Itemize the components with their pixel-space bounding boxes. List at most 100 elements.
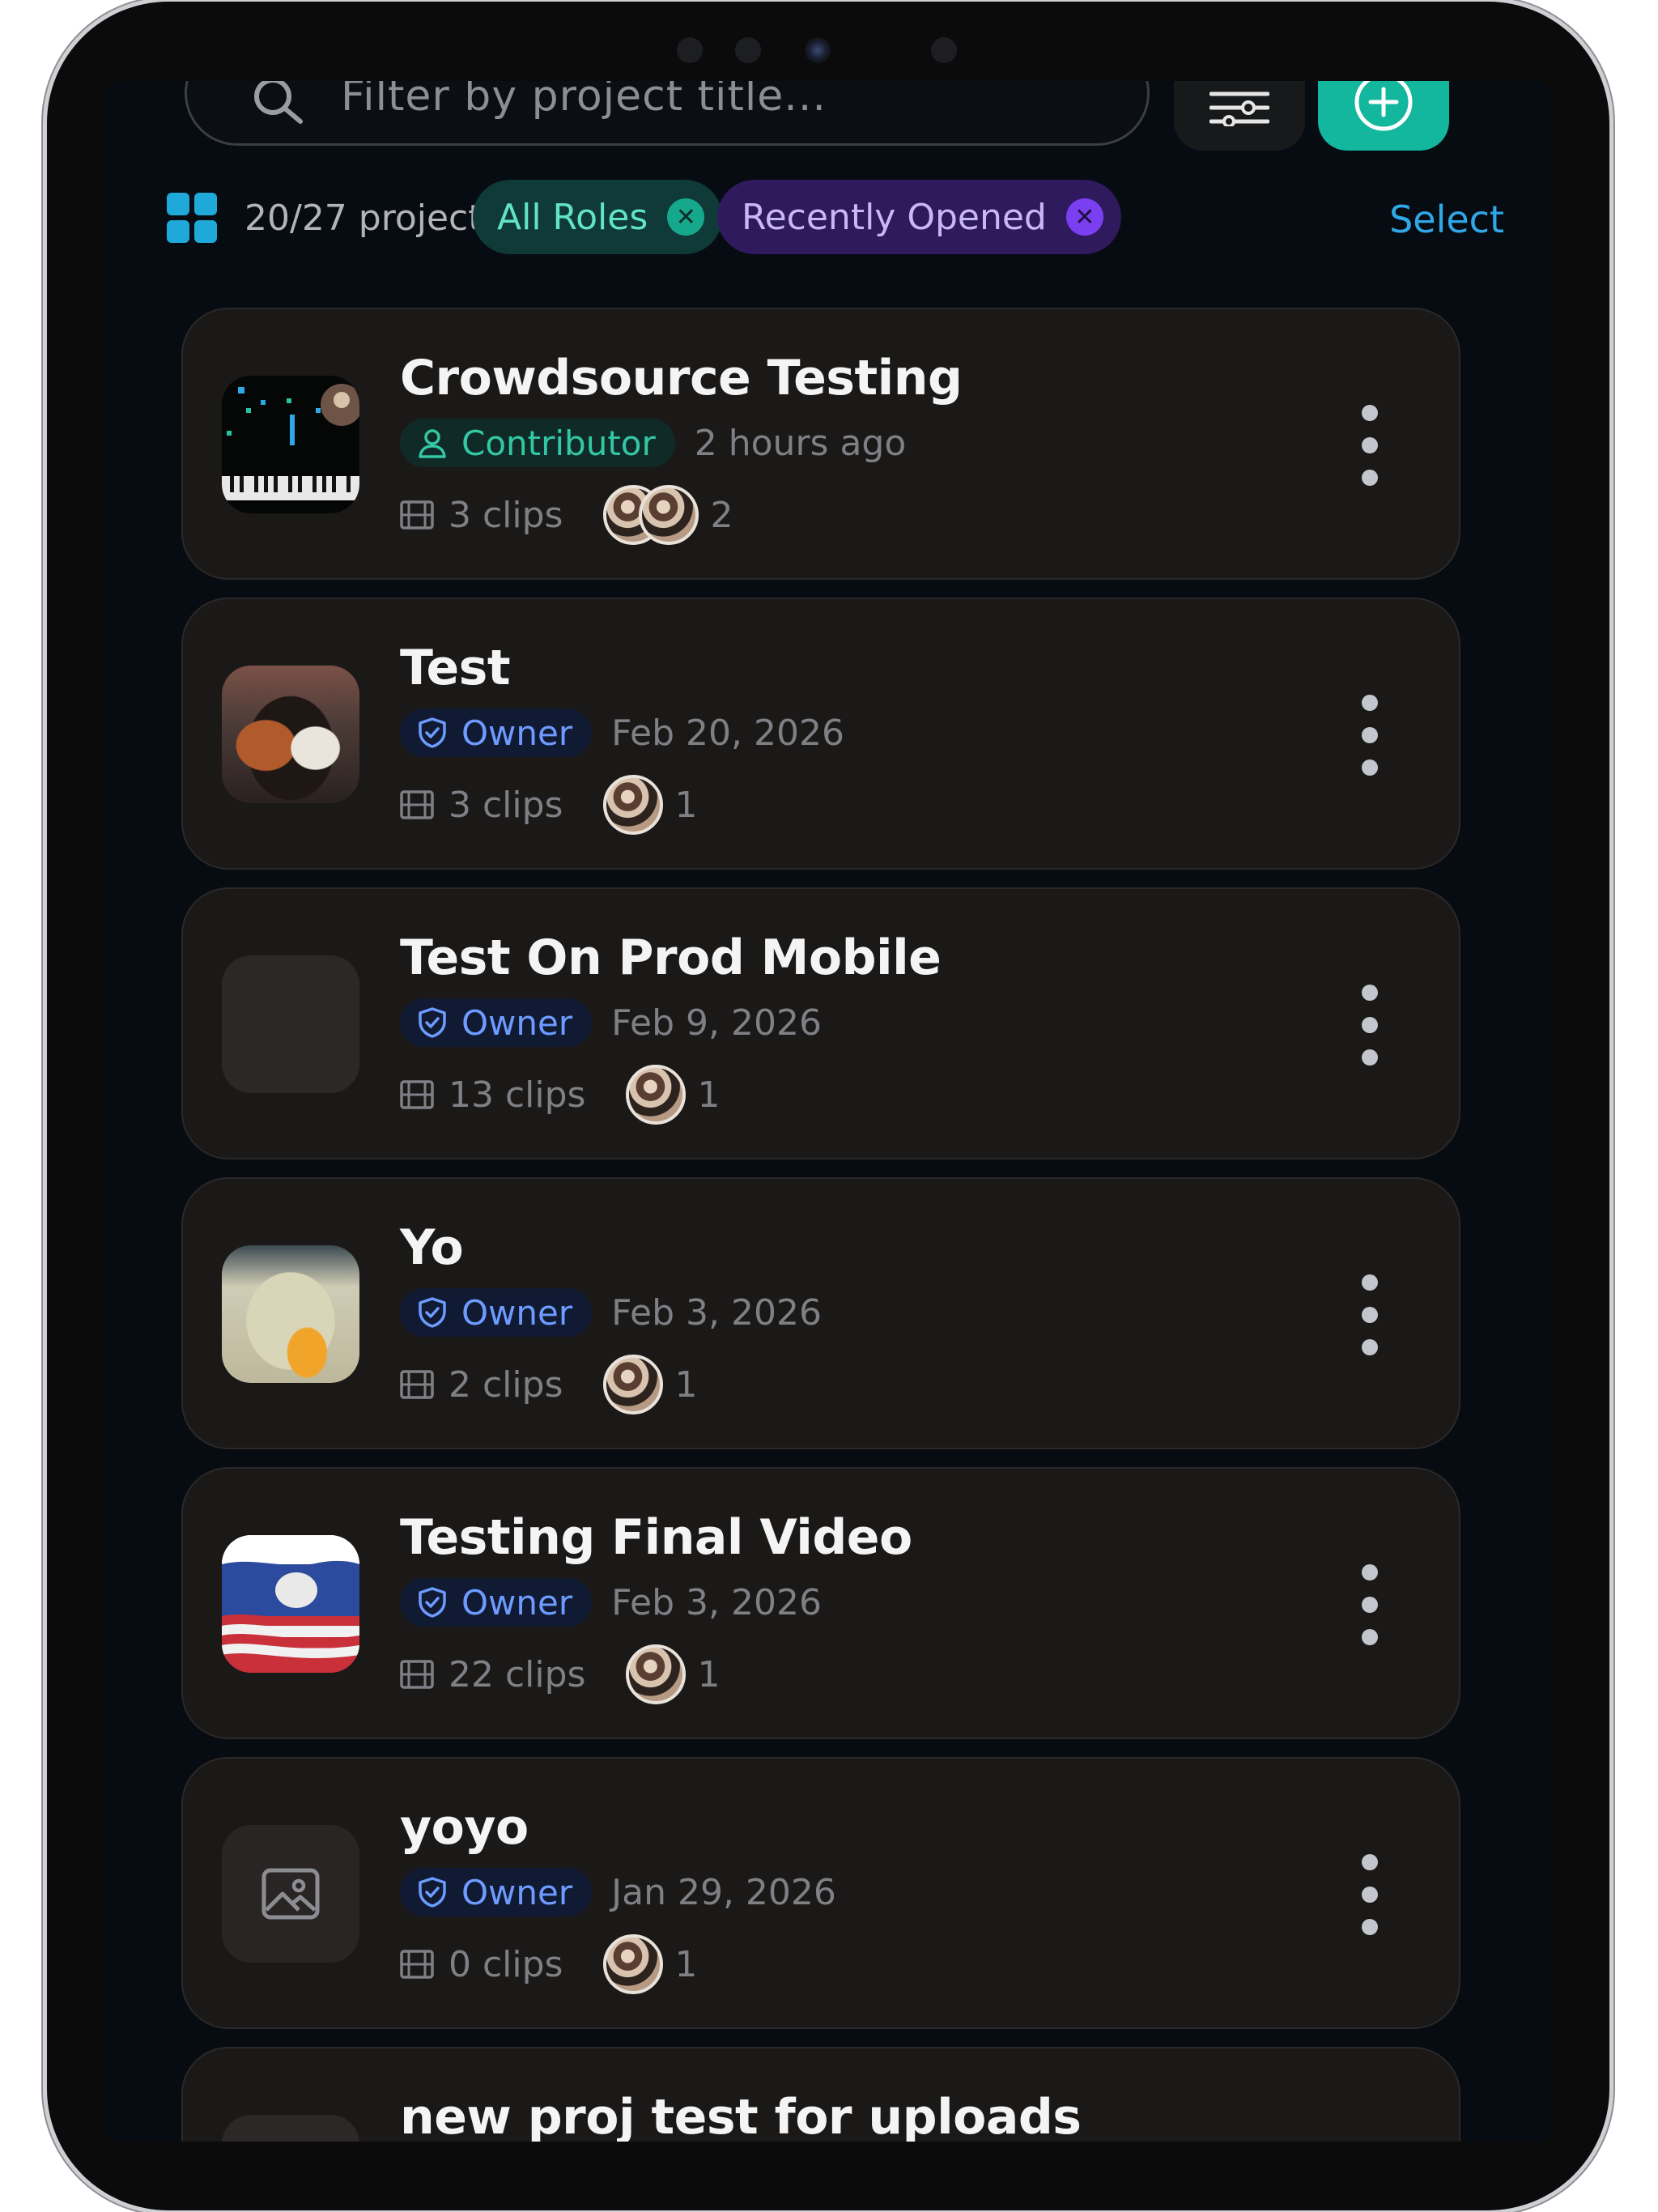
film-icon (400, 1080, 434, 1109)
clip-count-label: 13 clips (449, 1074, 586, 1116)
project-card[interactable]: Testing Final Video Owner Feb 3, 2026 22… (181, 1467, 1460, 1739)
collaborator-count: 1 (674, 784, 698, 826)
collaborator-count: 1 (674, 1363, 698, 1406)
project-meta: Owner Feb 9, 2026 (400, 998, 822, 1048)
role-badge: Owner (400, 1578, 593, 1627)
project-title: yoyo (400, 1799, 529, 1856)
project-thumbnail (222, 1245, 359, 1383)
clip-count: 3 clips (400, 495, 563, 536)
collaborator-avatars: 1 (626, 1644, 720, 1704)
project-card[interactable]: Crowdsource Testing Contributor 2 hours … (181, 308, 1460, 580)
search-placeholder: Filter by project title... (341, 81, 827, 121)
project-date: Feb 20, 2026 (611, 712, 844, 754)
sensor-dot (677, 37, 703, 63)
collaborator-avatars: 1 (603, 1355, 697, 1414)
shield-check-icon (419, 717, 446, 748)
clip-count-label: 3 clips (449, 784, 563, 826)
role-badge: Owner (400, 1868, 593, 1916)
role-badge: Owner (400, 708, 593, 757)
role-label: Owner (461, 1002, 573, 1043)
grid-view-icon[interactable] (167, 193, 217, 243)
clip-count-label: 2 clips (449, 1363, 563, 1406)
film-icon (400, 1950, 434, 1979)
chip-label: Recently Opened (742, 196, 1047, 238)
project-thumbnail (222, 1535, 359, 1673)
avatar (639, 485, 699, 545)
project-title: Test (400, 640, 511, 696)
filter-settings-button[interactable] (1174, 81, 1305, 151)
film-icon (400, 1370, 434, 1399)
clip-count-label: 0 clips (449, 1943, 563, 1985)
role-label: Owner (461, 1292, 573, 1333)
sensor-dot (931, 37, 957, 63)
shield-check-icon (419, 1877, 446, 1908)
search-input[interactable]: Filter by project title... (185, 81, 1150, 146)
close-icon[interactable]: ✕ (667, 198, 705, 236)
project-title: new proj test for uploads (400, 2089, 1082, 2142)
user-icon (419, 429, 446, 458)
more-options-icon[interactable] (1362, 1564, 1378, 1645)
more-options-icon[interactable] (1362, 1854, 1378, 1935)
more-options-icon[interactable] (1362, 985, 1378, 1066)
chip-recently-opened[interactable]: Recently Opened ✕ (717, 180, 1121, 254)
film-icon (400, 500, 434, 530)
project-card[interactable]: Yo Owner Feb 3, 2026 2 clips 1 (181, 1177, 1460, 1449)
plus-circle-icon (1354, 81, 1413, 131)
shield-check-icon (419, 1587, 446, 1618)
collaborator-avatars: 1 (626, 1065, 720, 1125)
clip-count: 3 clips (400, 785, 563, 826)
collaborator-avatars: 1 (603, 1934, 697, 1994)
project-stats: 0 clips 1 (400, 1933, 697, 1995)
project-thumbnail (222, 1825, 359, 1963)
film-icon (400, 1660, 434, 1689)
collaborator-count: 1 (697, 1653, 721, 1695)
collaborator-count: 2 (710, 494, 733, 536)
tablet-frame: Filter by project title... 20/27 project… (47, 2, 1609, 2210)
project-date: Feb 3, 2026 (611, 1291, 822, 1334)
role-badge: Owner (400, 1288, 593, 1337)
collaborator-avatars: 2 (603, 485, 733, 545)
project-card[interactable]: Test Owner Feb 20, 2026 3 clips 1 (181, 598, 1460, 870)
camera-bar (47, 34, 1609, 66)
project-title: Test On Prod Mobile (400, 929, 942, 986)
project-stats: 3 clips 2 (400, 484, 733, 546)
clip-count-label: 3 clips (449, 494, 563, 536)
project-stats: 22 clips 1 (400, 1644, 720, 1705)
project-thumbnail (222, 955, 359, 1093)
avatar (603, 1355, 664, 1414)
project-card[interactable]: yoyo Owner Jan 29, 2026 0 clips 1 (181, 1757, 1460, 2029)
project-thumbnail (222, 666, 359, 803)
clip-count: 0 clips (400, 1944, 563, 1985)
project-stats: 13 clips 1 (400, 1064, 720, 1125)
project-card[interactable]: Test On Prod Mobile Owner Feb 9, 2026 13… (181, 887, 1460, 1159)
add-project-button[interactable] (1318, 81, 1449, 151)
sliders-icon (1209, 91, 1269, 126)
clip-count-label: 22 clips (449, 1653, 586, 1695)
filter-bar: 20/27 projects All Roles ✕ Recently Open… (167, 180, 1504, 257)
chip-label: All Roles (497, 196, 648, 238)
avatar (626, 1065, 687, 1125)
more-options-icon[interactable] (1362, 405, 1378, 486)
role-badge: Owner (400, 998, 593, 1047)
project-title: Yo (400, 1219, 464, 1276)
film-icon (400, 790, 434, 819)
project-thumbnail (222, 376, 359, 513)
role-label: Owner (461, 1872, 573, 1912)
collaborator-count: 1 (674, 1943, 698, 1985)
close-icon[interactable]: ✕ (1065, 198, 1103, 236)
project-thumbnail (222, 2115, 359, 2142)
avatar (626, 1644, 687, 1704)
project-card[interactable]: new proj test for uploads (181, 2047, 1460, 2142)
search-icon (254, 81, 303, 124)
project-title: Crowdsource Testing (400, 350, 963, 406)
more-options-icon[interactable] (1362, 1274, 1378, 1355)
select-button[interactable]: Select (1389, 198, 1504, 241)
project-date: Feb 3, 2026 (611, 1581, 822, 1623)
more-options-icon[interactable] (1362, 695, 1378, 776)
project-meta: Owner Jan 29, 2026 (400, 1867, 836, 1917)
chip-all-roles[interactable]: All Roles ✕ (473, 180, 723, 254)
sensor-dot (735, 37, 761, 63)
camera-lens-icon (805, 37, 831, 63)
project-stats: 3 clips 1 (400, 774, 697, 836)
role-badge: Contributor (400, 419, 675, 467)
